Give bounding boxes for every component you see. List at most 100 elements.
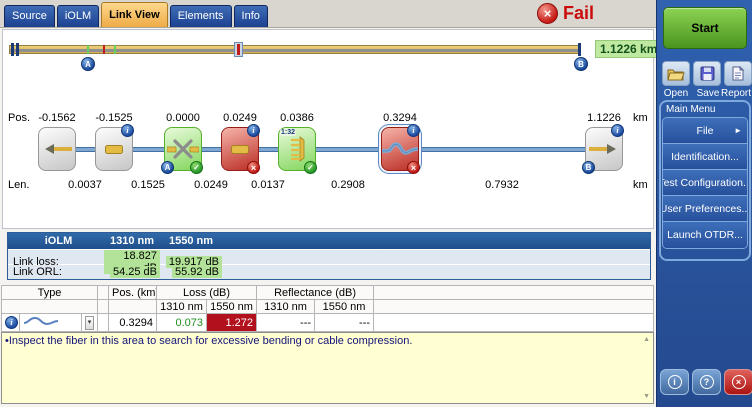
link-loss-row: Link loss: 18.827 dB 19.917 dB bbox=[8, 249, 650, 264]
help-button[interactable]: ? bbox=[692, 369, 721, 395]
refl-wl2-header: 1550 nm bbox=[315, 300, 374, 314]
len-unit: km bbox=[633, 179, 648, 191]
len-value: 0.7932 bbox=[485, 179, 519, 191]
close-button[interactable]: × bbox=[724, 369, 752, 395]
element-link-end-b[interactable]: i B bbox=[585, 127, 623, 171]
main-menu-title: Main Menu bbox=[662, 103, 748, 117]
element-connector-1[interactable]: i bbox=[95, 127, 133, 171]
link-length-value: 1.1226 km bbox=[595, 40, 662, 58]
len-value: 0.0249 bbox=[194, 179, 228, 191]
menu-item-user-preferences[interactable]: User Preferences... bbox=[663, 196, 747, 222]
save-floppy-icon bbox=[700, 66, 715, 81]
overview-splice-tick bbox=[87, 45, 89, 54]
fail-icon: × bbox=[537, 3, 558, 24]
test-status: × Fail bbox=[537, 3, 594, 24]
iolm-application-window: Source iOLM Link View Elements Info × Fa… bbox=[0, 0, 752, 407]
report-document-icon bbox=[731, 66, 745, 81]
fiber-core-line bbox=[10, 49, 580, 52]
pos-column-header: Pos. (km) bbox=[109, 286, 157, 300]
marker-b-badge: B bbox=[574, 57, 588, 71]
tab-link-view[interactable]: Link View bbox=[101, 2, 168, 27]
len-value: 0.1525 bbox=[131, 179, 165, 191]
marker-b-badge: B bbox=[582, 161, 595, 174]
type-dropdown-button[interactable]: ▾ bbox=[85, 316, 94, 330]
element-splice-a[interactable]: A ✓ bbox=[164, 127, 202, 171]
summary-title: iOLM bbox=[8, 235, 104, 247]
tab-bar: Source iOLM Link View Elements Info × Fa… bbox=[0, 0, 656, 28]
open-button[interactable] bbox=[662, 61, 690, 86]
marker-a-badge: A bbox=[81, 57, 95, 71]
element-launch-fiber-start[interactable] bbox=[38, 127, 76, 171]
element-splitter-1-32[interactable]: 1:32 ✓ bbox=[278, 127, 316, 171]
iolm-summary-table: iOLM 1310 nm 1550 nm Link loss: 18.827 d… bbox=[7, 232, 651, 280]
overview-start-marker bbox=[11, 43, 14, 56]
loss-1550-value-fail: 1.272 bbox=[207, 314, 257, 332]
link-orl-1550-value: 55.92 dB bbox=[160, 266, 222, 278]
info-icon: i bbox=[668, 375, 682, 389]
menu-item-test-configuration[interactable]: Test Configuration... bbox=[663, 170, 747, 196]
spacer-cell bbox=[98, 286, 109, 300]
link-orl-row: Link ORL: 54.25 dB 55.92 dB bbox=[8, 264, 650, 279]
element-pos-value: 0.3294 bbox=[109, 314, 157, 332]
element-type-cell bbox=[20, 314, 82, 332]
report-button[interactable] bbox=[724, 61, 752, 86]
arrow-left-icon bbox=[39, 128, 75, 170]
refl-1550-value: --- bbox=[315, 314, 374, 332]
info-badge-icon: i bbox=[611, 124, 624, 137]
menu-item-file[interactable]: File ► bbox=[663, 118, 747, 144]
pass-check-icon: ✓ bbox=[190, 161, 203, 174]
link-orl-label: Link ORL: bbox=[8, 266, 104, 278]
overview-selected-element-marker[interactable] bbox=[234, 42, 243, 57]
pos-value: 1.1226 bbox=[587, 112, 621, 124]
overview-end-marker bbox=[578, 43, 581, 56]
menu-item-file-label: File bbox=[697, 125, 714, 137]
len-value: 0.2908 bbox=[331, 179, 365, 191]
main-menu-group: Main Menu File ► Identification... Test … bbox=[659, 100, 751, 261]
fail-status-label: Fail bbox=[563, 3, 594, 24]
save-button[interactable] bbox=[693, 61, 721, 86]
diagnostic-note-text: •Inspect the fiber in this area to searc… bbox=[5, 335, 412, 347]
type-dropdown-cell: ▾ bbox=[82, 314, 98, 332]
element-detail-table: Type Pos. (km) Loss (dB) Reflectance (dB… bbox=[1, 285, 654, 332]
tab-source[interactable]: Source bbox=[4, 5, 55, 27]
tab-elements[interactable]: Elements bbox=[170, 5, 232, 27]
fail-x-icon: × bbox=[407, 161, 420, 174]
element-macrobend-fail-selected[interactable]: i × bbox=[381, 127, 419, 171]
len-value: 0.0037 bbox=[68, 179, 102, 191]
pos-unit: km bbox=[633, 112, 648, 124]
pos-row-label: Pos. bbox=[8, 112, 30, 124]
pass-check-icon: ✓ bbox=[304, 161, 317, 174]
tab-info[interactable]: Info bbox=[234, 5, 268, 27]
macrobend-wave-icon bbox=[23, 315, 59, 327]
overview-splitter-tick bbox=[114, 45, 116, 54]
menu-item-launch-otdr[interactable]: Launch OTDR... bbox=[663, 222, 747, 248]
link-view-panel: A B 1.1226 km Pos. -0.1562 -0.1525 0.000… bbox=[2, 29, 654, 229]
info-badge-icon: i bbox=[407, 124, 420, 137]
report-button-label: Report bbox=[718, 88, 752, 99]
summary-wl1-header: 1310 nm bbox=[104, 235, 160, 247]
element-table-header-row-2: 1310 nm 1550 nm 1310 nm 1550 nm bbox=[2, 300, 654, 314]
reflectance-column-header: Reflectance (dB) bbox=[257, 286, 374, 300]
loss-wl1-header: 1310 nm bbox=[157, 300, 207, 314]
filler-cell bbox=[374, 286, 654, 300]
refl-wl1-header: 1310 nm bbox=[257, 300, 315, 314]
menu-item-identification[interactable]: Identification... bbox=[663, 144, 747, 170]
pos-value: 0.0386 bbox=[280, 112, 314, 124]
loss-wl2-header: 1550 nm bbox=[207, 300, 257, 314]
pos-value: 0.0000 bbox=[166, 112, 200, 124]
scroll-down-icon[interactable]: ▼ bbox=[643, 393, 650, 400]
open-folder-icon bbox=[667, 67, 685, 81]
row-info-cell: i bbox=[2, 314, 20, 332]
scroll-up-icon[interactable]: ▲ bbox=[643, 336, 650, 343]
start-button[interactable]: Start bbox=[663, 7, 747, 49]
selected-element-row[interactable]: i ▾ 0.3294 0.073 1.272 --- --- bbox=[2, 314, 654, 332]
fail-x-icon: × bbox=[247, 161, 260, 174]
about-info-button[interactable]: i bbox=[660, 369, 689, 395]
overview-fail-connector-tick bbox=[103, 45, 105, 54]
filler-cell bbox=[374, 314, 654, 332]
pos-value: -0.1562 bbox=[38, 112, 75, 124]
refl-1310-value: --- bbox=[257, 314, 315, 332]
tab-iolm[interactable]: iOLM bbox=[57, 5, 99, 27]
element-connector-2-fail[interactable]: i × bbox=[221, 127, 259, 171]
len-value: 0.0137 bbox=[251, 179, 285, 191]
